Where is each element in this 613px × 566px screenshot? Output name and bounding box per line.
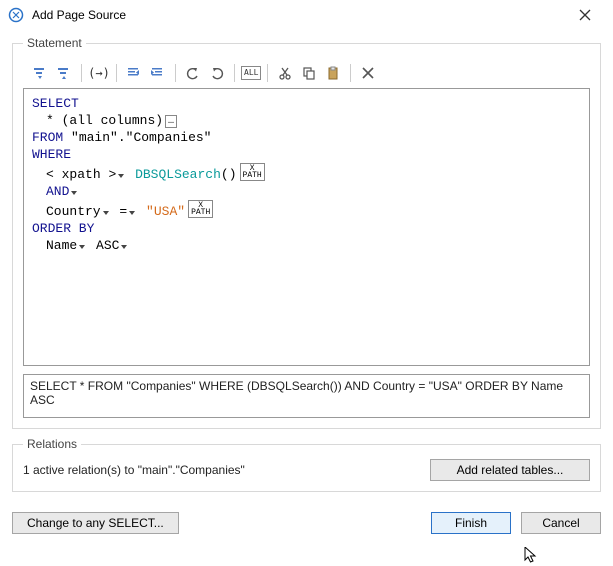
indent-right-icon[interactable] xyxy=(147,62,169,84)
orderby-col: Name xyxy=(46,238,77,253)
statement-group: Statement (→) ALL SELECT * (all columns)… xyxy=(12,36,601,429)
value-xpath-chooser-button[interactable]: XPATH xyxy=(188,200,213,218)
all-columns-label: (all columns) xyxy=(62,113,163,128)
add-related-tables-button[interactable]: Add related tables... xyxy=(430,459,590,481)
sql-editor[interactable]: SELECT * (all columns)… FROM "main"."Com… xyxy=(23,88,590,366)
toolbar-sep xyxy=(234,64,235,82)
kw-select: SELECT xyxy=(32,96,79,111)
delete-icon[interactable] xyxy=(357,62,379,84)
toolbar-sep xyxy=(175,64,176,82)
filter-prev-icon[interactable] xyxy=(29,62,51,84)
relations-text: 1 active relation(s) to "main"."Companie… xyxy=(23,463,420,477)
change-select-button[interactable]: Change to any SELECT... xyxy=(12,512,179,534)
columns-more-button[interactable]: … xyxy=(165,115,177,128)
relations-legend: Relations xyxy=(23,437,81,451)
eq: = xyxy=(119,204,127,219)
close-button[interactable] xyxy=(565,0,605,30)
finish-button[interactable]: Finish xyxy=(431,512,511,534)
toolbar-sep xyxy=(350,64,351,82)
country-val: "USA" xyxy=(146,204,185,219)
fn-parens: () xyxy=(221,167,237,182)
orderby-dir: ASC xyxy=(96,238,119,253)
orderby-dir-dropdown-icon[interactable] xyxy=(121,242,128,249)
op-dropdown-icon[interactable] xyxy=(129,208,136,215)
country-col: Country xyxy=(46,204,101,219)
relations-group: Relations 1 active relation(s) to "main"… xyxy=(12,437,601,492)
toolbar-sep xyxy=(267,64,268,82)
star: * xyxy=(46,113,54,128)
paste-icon[interactable] xyxy=(322,62,344,84)
redo-icon[interactable] xyxy=(206,62,228,84)
dialog-button-row: Change to any SELECT... Finish Cancel xyxy=(0,510,613,534)
all-icon[interactable]: ALL xyxy=(241,66,261,80)
from-table: "Companies" xyxy=(126,130,212,145)
filter-next-icon[interactable] xyxy=(53,62,75,84)
toolbar-sep xyxy=(116,64,117,82)
and-dropdown-icon[interactable] xyxy=(71,188,78,195)
gt: > xyxy=(108,167,116,182)
xpath-chooser-button[interactable]: XPATH xyxy=(240,163,265,181)
undo-icon[interactable] xyxy=(182,62,204,84)
lt: < xyxy=(46,167,54,182)
kw-where: WHERE xyxy=(32,147,71,162)
indent-left-icon[interactable] xyxy=(123,62,145,84)
cut-icon[interactable] xyxy=(274,62,296,84)
cancel-button[interactable]: Cancel xyxy=(521,512,601,534)
kw-from: FROM xyxy=(32,130,63,145)
country-col-dropdown-icon[interactable] xyxy=(103,208,110,215)
parens-icon[interactable]: (→) xyxy=(88,62,110,84)
statement-legend: Statement xyxy=(23,36,86,50)
mouse-cursor-icon xyxy=(524,547,538,565)
sql-toolbar: (→) ALL xyxy=(23,58,590,88)
window-title: Add Page Source xyxy=(32,8,565,22)
copy-icon[interactable] xyxy=(298,62,320,84)
sql-flat-preview: SELECT * FROM "Companies" WHERE (DBSQLSe… xyxy=(23,374,590,418)
app-icon xyxy=(8,7,24,23)
fn-dbsqlsearch: DBSQLSearch xyxy=(135,167,221,182)
title-bar: Add Page Source xyxy=(0,0,613,30)
xpath-dropdown-icon[interactable] xyxy=(118,171,125,178)
kw-and: AND xyxy=(46,184,69,199)
toolbar-sep xyxy=(81,64,82,82)
orderby-col-dropdown-icon[interactable] xyxy=(79,242,86,249)
from-schema: "main" xyxy=(71,130,118,145)
xpath-label: xpath xyxy=(62,167,101,182)
kw-orderby: ORDER BY xyxy=(32,221,94,236)
